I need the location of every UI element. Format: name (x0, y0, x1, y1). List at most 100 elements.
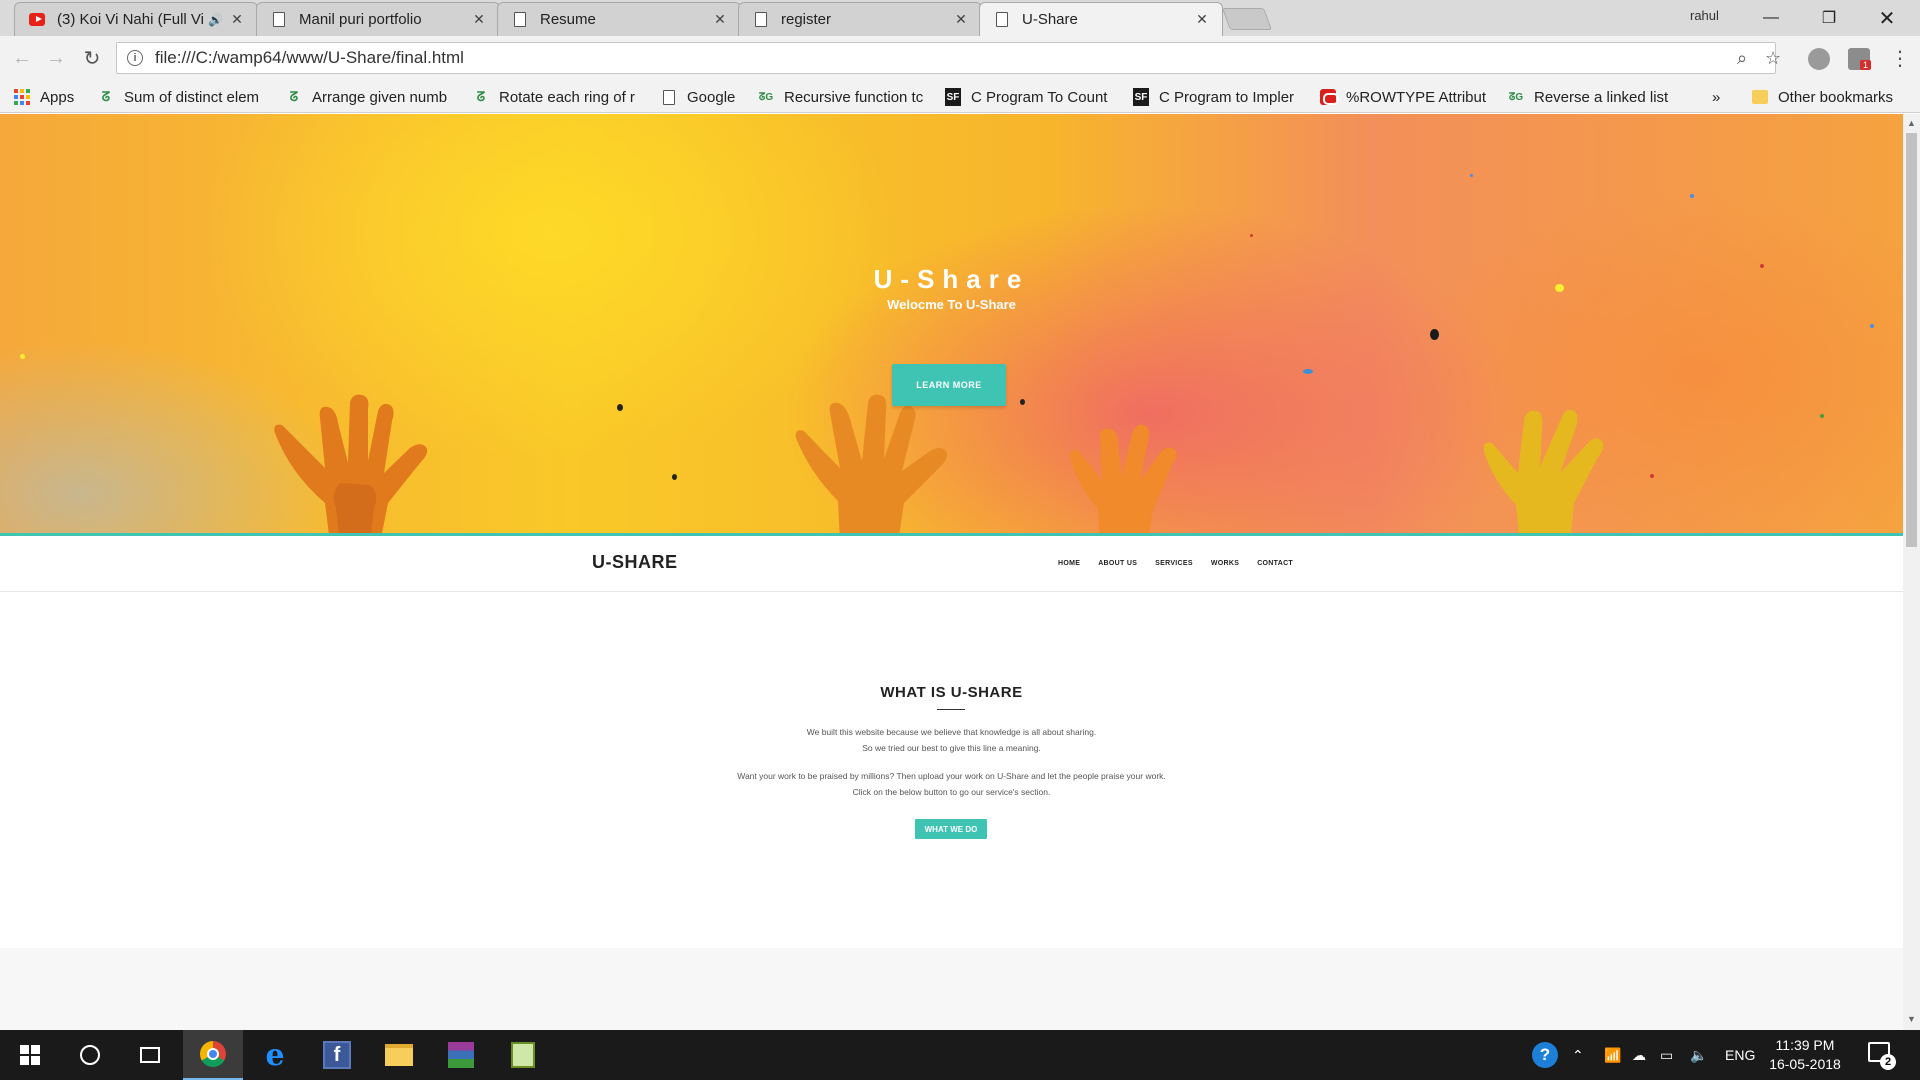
bookmark-label: Reverse a linked list (1534, 88, 1669, 106)
address-bar[interactable]: i file:///C:/wamp64/www/U-Share/final.ht… (116, 42, 1781, 74)
bookmark-item[interactable]: ᘔ Arrange given numb (286, 87, 458, 107)
back-icon[interactable]: ← (10, 46, 34, 70)
nav-link-about-us[interactable]: ABOUT US (1098, 560, 1137, 567)
help-icon[interactable]: ? (1532, 1030, 1558, 1080)
zoom-icon[interactable]: ⌕ (1737, 43, 1747, 73)
hand-image (1069, 424, 1177, 533)
cortana-button[interactable] (60, 1030, 120, 1080)
taskbar-winrar[interactable] (431, 1030, 491, 1080)
bookmark-label: Apps (40, 88, 75, 106)
site-navbar: U-SHARE HOME ABOUT US SERVICES WORKS CON… (0, 536, 1903, 592)
speaker-icon[interactable]: 🔊 (208, 13, 223, 27)
close-icon[interactable]: ✕ (229, 11, 245, 28)
bookmark-apps[interactable]: Apps (14, 87, 74, 107)
bookmark-label: Rotate each ring of r (499, 88, 635, 106)
bookmark-item[interactable]: %ROWTYPE Attribut (1320, 87, 1492, 107)
winrar-icon (448, 1042, 474, 1068)
clock-date: 16-05-2018 (1769, 1056, 1841, 1072)
onedrive-icon[interactable]: ☁ (1632, 1030, 1646, 1080)
what-we-do-button[interactable]: WHAT WE DO (915, 819, 987, 839)
close-icon[interactable]: ✕ (471, 11, 487, 28)
bookmark-label: C Program to Impler (1159, 88, 1295, 106)
nav-link-contact[interactable]: CONTACT (1257, 560, 1293, 567)
scroll-down-icon[interactable]: ▼ (1907, 1014, 1916, 1024)
start-button[interactable] (0, 1030, 60, 1080)
other-bookmarks[interactable]: Other bookmarks (1752, 87, 1893, 107)
taskbar-facebook[interactable]: f (307, 1030, 367, 1080)
paint-speck (1470, 174, 1473, 177)
url-text: file:///C:/wamp64/www/U-Share/final.html (155, 48, 464, 67)
taskbar-chrome[interactable] (183, 1030, 243, 1080)
bookmark-item[interactable]: SF C Program To Count (945, 87, 1117, 107)
bookmark-label: Google (687, 88, 736, 106)
learn-more-button[interactable]: LEARN MORE (892, 364, 1006, 406)
paint-speck (1650, 474, 1654, 478)
clock[interactable]: 11:39 PM 16-05-2018 (1760, 1036, 1850, 1074)
nav-link-services[interactable]: SERVICES (1155, 560, 1193, 567)
tab-portfolio[interactable]: Manil puri portfolio ✕ (256, 2, 500, 36)
bookmark-label: Arrange given numb (312, 88, 448, 106)
task-view-icon (140, 1047, 160, 1063)
paint-speck (672, 474, 677, 480)
about-paragraph-1: We built this website because we believe… (700, 724, 1203, 756)
shield-extension-icon[interactable]: 1 (1848, 48, 1872, 70)
bookmark-item[interactable]: ᘔ Rotate each ring of r (473, 87, 645, 107)
close-icon[interactable]: ✕ (953, 11, 969, 28)
tab-youtube[interactable]: (3) Koi Vi Nahi (Full Vi 🔊 ✕ (14, 2, 258, 36)
wifi-icon[interactable]: 📶 (1604, 1030, 1621, 1080)
folder-icon (1752, 89, 1768, 105)
scroll-up-icon[interactable]: ▲ (1907, 118, 1916, 128)
task-view-button[interactable] (120, 1030, 180, 1080)
site-brand[interactable]: U-SHARE (592, 552, 678, 573)
chrome-icon (200, 1041, 226, 1067)
about-text: Click on the below button to go our serv… (852, 787, 1051, 797)
taskbar-edge[interactable]: e (245, 1030, 305, 1080)
star-icon[interactable]: ☆ (1765, 43, 1781, 73)
bookmark-item[interactable]: Google (661, 87, 735, 107)
bookmark-item[interactable]: ᘔG Recursive function tc (758, 87, 930, 107)
geeksforgeeks-icon: ᘔ (476, 89, 486, 104)
clock-time: 11:39 PM (1775, 1037, 1835, 1053)
menu-icon[interactable]: ⋮ (1890, 46, 1910, 71)
bookmarks-overflow-button[interactable]: » (1712, 87, 1720, 107)
extension-icon[interactable] (1808, 48, 1830, 70)
paint-speck (1020, 399, 1025, 405)
bookmark-item[interactable]: SF C Program to Impler (1133, 87, 1305, 107)
bookmark-item[interactable]: ᘔG Reverse a linked list (1508, 87, 1680, 107)
close-icon[interactable]: ✕ (1194, 11, 1210, 28)
battery-icon[interactable]: ▭ (1660, 1030, 1673, 1080)
youtube-icon (29, 12, 45, 28)
reload-icon[interactable]: ↻ (80, 46, 104, 70)
taskbar-notepad[interactable] (493, 1030, 553, 1080)
paint-speck (1430, 329, 1439, 340)
close-window-icon[interactable]: ✕ (1864, 4, 1910, 32)
page-icon (994, 12, 1010, 28)
profile-name[interactable]: rahul (1690, 8, 1719, 23)
edge-icon: e (265, 1037, 285, 1073)
scrollbar-thumb[interactable] (1906, 133, 1917, 547)
minimize-icon[interactable]: — (1748, 4, 1794, 32)
tray-overflow-icon[interactable]: ⌃ (1572, 1030, 1584, 1080)
notepad-icon (511, 1042, 535, 1068)
forward-icon[interactable]: → (44, 46, 68, 70)
tab-resume[interactable]: Resume ✕ (497, 2, 741, 36)
restore-icon[interactable]: ❐ (1806, 4, 1852, 32)
close-icon[interactable]: ✕ (712, 11, 728, 28)
language-indicator[interactable]: ENG (1725, 1030, 1755, 1080)
about-heading: WHAT IS U-SHARE (880, 684, 1023, 701)
hero-title: U-Share (873, 264, 1030, 294)
tab-title: (3) Koi Vi Nahi (Full Vi (57, 11, 204, 28)
bookmark-item[interactable]: ᘔ Sum of distinct elem (98, 87, 270, 107)
page-scrollbar[interactable]: ▲ ▼ (1903, 114, 1920, 1030)
tab-u-share[interactable]: U-Share ✕ (979, 2, 1223, 36)
taskbar-file-explorer[interactable] (369, 1030, 429, 1080)
new-tab-button[interactable] (1221, 8, 1273, 30)
about-text: So we tried our best to give this line a… (862, 743, 1041, 753)
paint-speck (20, 354, 25, 359)
tab-register[interactable]: register ✕ (738, 2, 982, 36)
info-icon[interactable]: i (127, 50, 143, 66)
volume-icon[interactable]: 🔈 (1690, 1030, 1707, 1080)
nav-link-home[interactable]: HOME (1058, 560, 1080, 567)
tab-title: Manil puri portfolio (299, 11, 422, 28)
nav-link-works[interactable]: WORKS (1211, 560, 1239, 567)
